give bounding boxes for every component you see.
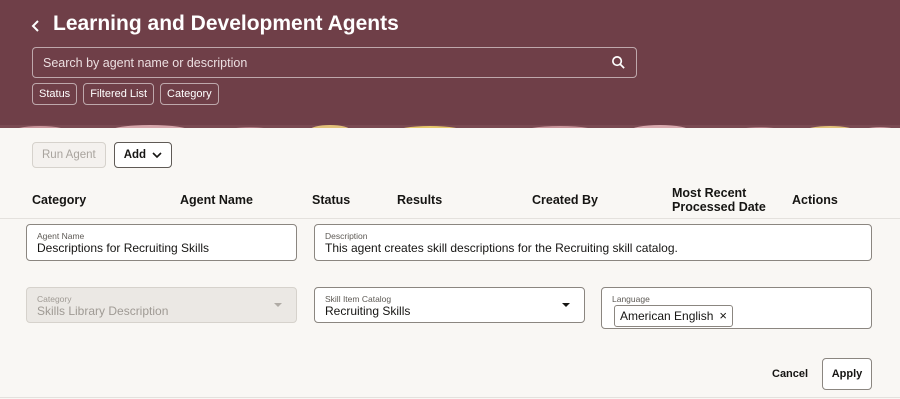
cancel-button[interactable]: Cancel <box>762 363 818 385</box>
filter-chip-filtered-list[interactable]: Filtered List <box>83 83 155 105</box>
header-divider <box>0 218 900 219</box>
caret-down-icon <box>274 303 282 307</box>
decorative-banner <box>0 120 900 128</box>
column-header-agent-name: Agent Name <box>180 193 253 207</box>
filter-chip-category[interactable]: Category <box>160 83 219 105</box>
skill-item-catalog-select[interactable]: Skill Item Catalog Recruiting Skills <box>314 287 585 323</box>
page-title: Learning and Development Agents <box>53 12 399 35</box>
back-button[interactable] <box>26 14 46 38</box>
footer-divider <box>0 397 900 398</box>
column-header-most-recent-processed-date: Most Recent Processed Date <box>672 186 766 214</box>
close-icon[interactable]: × <box>719 306 727 326</box>
column-header-actions: Actions <box>792 193 838 207</box>
skill-item-catalog-value: Recruiting Skills <box>325 304 411 318</box>
language-tag: American English × <box>614 305 733 327</box>
skill-item-catalog-label: Skill Item Catalog <box>325 294 392 304</box>
filter-chip-status[interactable]: Status <box>32 83 78 105</box>
add-button[interactable]: Add <box>113 142 173 168</box>
description-label: Description <box>325 231 368 241</box>
column-header-created-by: Created By <box>532 193 598 207</box>
chevron-left-icon <box>31 20 39 32</box>
category-select: Category Skills Library Description <box>26 287 297 323</box>
agent-name-field[interactable]: Agent Name Descriptions for Recruiting S… <box>26 224 297 261</box>
filter-chips: Status Filtered List Category <box>32 83 219 105</box>
add-button-label: Add <box>123 149 147 161</box>
search-box <box>32 47 637 78</box>
language-label: Language <box>612 294 650 304</box>
description-field[interactable]: Description This agent creates skill des… <box>314 224 872 261</box>
caret-down-icon[interactable] <box>562 303 570 307</box>
language-tag-label: American English <box>620 309 714 323</box>
chevron-down-icon <box>152 151 162 158</box>
category-value: Skills Library Description <box>37 304 169 318</box>
run-agent-button[interactable]: Run Agent <box>32 142 106 168</box>
column-header-status: Status <box>312 193 351 207</box>
column-header-results: Results <box>397 193 443 207</box>
apply-button[interactable]: Apply <box>822 358 872 390</box>
language-field[interactable]: Language American English × <box>601 287 872 329</box>
category-label: Category <box>37 294 72 304</box>
column-header-category: Category <box>32 193 87 207</box>
page-header: Learning and Development Agents Status F… <box>0 0 900 120</box>
agent-name-value: Descriptions for Recruiting Skills <box>37 241 210 255</box>
agent-name-label: Agent Name <box>37 231 85 241</box>
description-value: This agent creates skill descriptions fo… <box>325 241 678 255</box>
search-input[interactable] <box>33 48 603 77</box>
search-icon[interactable] <box>611 55 626 70</box>
toolbar: Run Agent Add <box>32 142 173 168</box>
